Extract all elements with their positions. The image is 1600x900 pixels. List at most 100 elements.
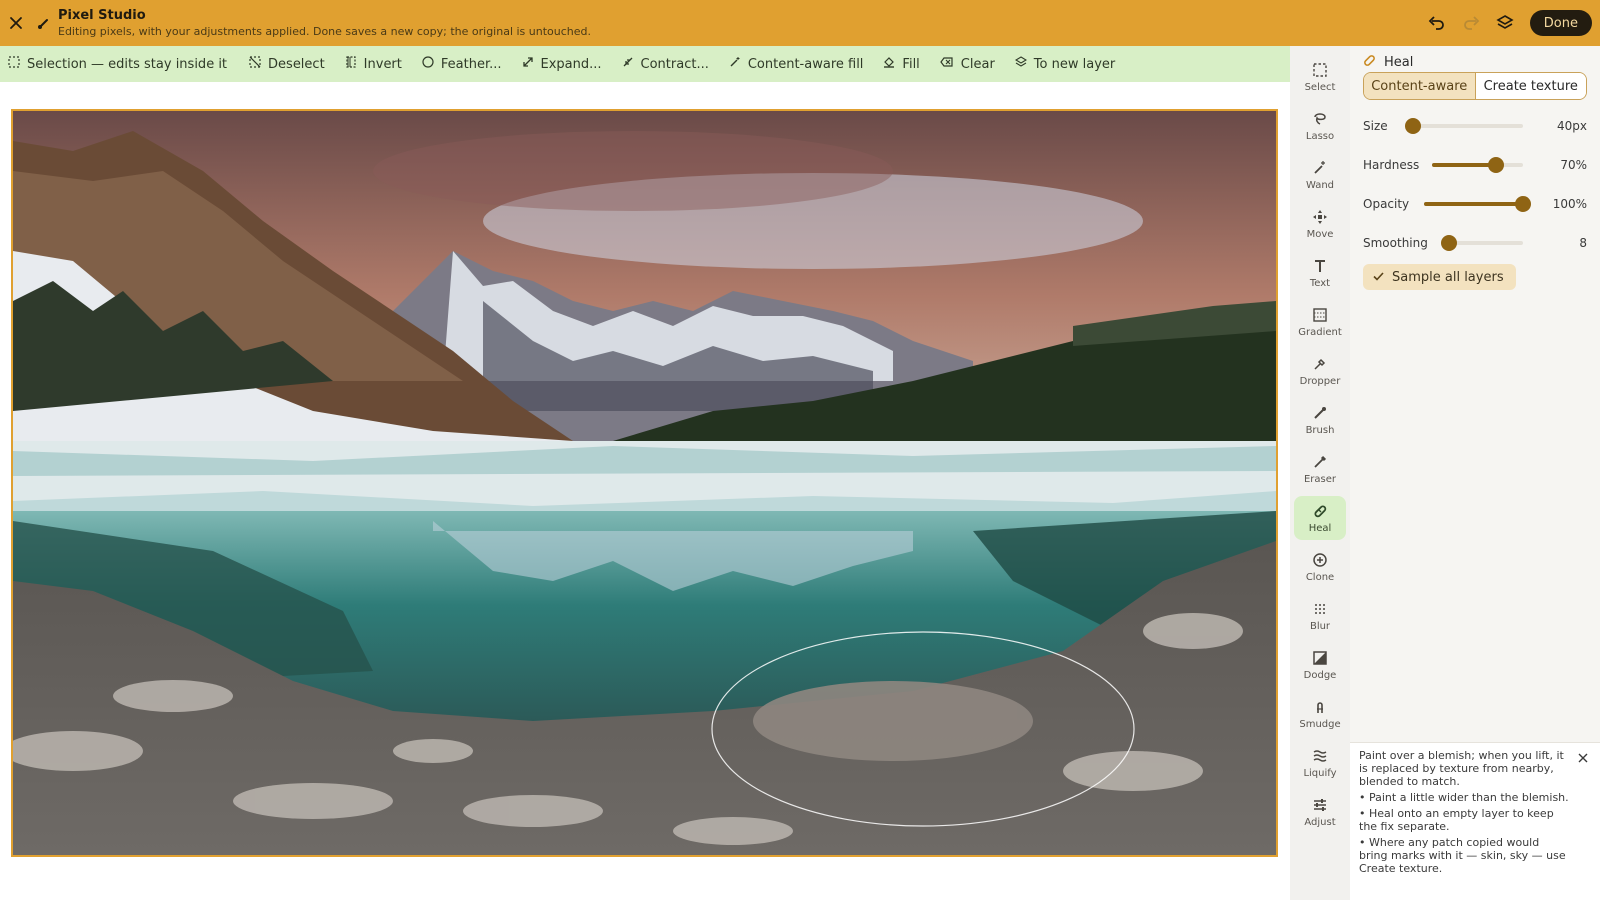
lasso-icon [1312,110,1328,128]
selection-info: Selection — edits stay inside it [0,46,239,82]
tool-label: Liquify [1303,768,1337,779]
app-subtitle: Editing pixels, with your adjustments ap… [58,24,592,38]
dodge-icon [1312,649,1328,667]
brush-icon [1312,404,1328,422]
tool-wand[interactable]: Wand [1294,153,1346,197]
panel-title: Heal [1384,55,1414,70]
tool-lasso[interactable]: Lasso [1294,104,1346,148]
app-title: Pixel Studio [58,7,146,23]
tool-liquify[interactable]: Liquify [1294,741,1346,785]
tool-adjust[interactable]: Adjust [1294,790,1346,834]
tool-dropper[interactable]: Dropper [1294,349,1346,393]
clear-button[interactable]: Clear [930,46,1005,82]
smoothing-slider-thumb[interactable] [1441,235,1458,251]
size-slider-row: Size 40px [1363,116,1587,136]
hardness-slider-thumb[interactable] [1487,157,1504,173]
hardness-label: Hardness [1363,158,1420,172]
tool-label: Heal [1308,523,1332,534]
tool-label: Move [1306,229,1334,240]
tool-brush[interactable]: Brush [1294,398,1346,442]
tool-text[interactable]: Text [1294,251,1346,295]
hardness-value: 70% [1560,158,1587,172]
smudge-icon [1312,698,1328,716]
contract-button[interactable]: Contract... [612,46,719,82]
tip-bullet: • Heal onto an empty layer to keep the f… [1359,807,1554,833]
tool-label: Lasso [1305,131,1335,142]
undo-icon[interactable] [1424,10,1450,36]
tool-label: Dodge [1303,670,1337,681]
tip-bullet: • Where any patch copied would bring mar… [1359,836,1566,875]
invert-icon [345,56,357,72]
tool-move[interactable]: Move [1294,202,1346,246]
expand-button[interactable]: Expand... [512,46,612,82]
size-value: 40px [1557,119,1587,133]
sample-all-layers-label: Sample all layers [1392,269,1504,285]
liquify-icon [1312,747,1328,765]
fill-button[interactable]: Fill [873,46,929,82]
tool-label: Smudge [1299,719,1341,730]
tool-smudge[interactable]: Smudge [1294,692,1346,736]
size-slider-thumb[interactable] [1405,118,1421,134]
feather-icon [422,56,434,72]
to-new-layer-label: To new layer [1033,56,1116,72]
layers-icon[interactable] [1492,10,1518,36]
to-new-layer-button[interactable]: To new layer [1005,46,1125,82]
opacity-value: 100% [1552,197,1587,211]
size-slider[interactable] [1405,118,1523,134]
selection-icon [8,56,20,72]
opacity-slider[interactable] [1424,196,1531,212]
select-icon [1312,61,1328,79]
mode-create-texture[interactable]: Create texture [1475,73,1586,99]
tool-gradient[interactable]: Gradient [1294,300,1346,344]
size-label: Size [1363,119,1388,133]
tool-label: Dropper [1299,376,1341,387]
tool-label: Blur [1309,621,1331,632]
tool-clone[interactable]: Clone [1294,545,1346,589]
tool-eraser[interactable]: Eraser [1294,447,1346,491]
opacity-slider-row: Opacity 100% [1363,194,1587,214]
redo-icon[interactable] [1458,10,1484,36]
opacity-slider-thumb[interactable] [1515,196,1531,212]
tool-label: Text [1309,278,1331,289]
blur-icon [1312,600,1328,618]
contract-label: Contract... [640,56,709,72]
smoothing-slider[interactable] [1441,235,1523,251]
deselect-button[interactable]: Deselect [239,46,335,82]
fill-label: Fill [902,56,920,72]
gradient-icon [1312,306,1328,324]
feather-label: Feather... [440,56,502,72]
done-button[interactable]: Done [1529,10,1592,36]
tool-label: Eraser [1303,474,1337,485]
tool-heal[interactable]: Heal [1294,496,1346,540]
content-aware-fill-button[interactable]: Content-aware fill [719,46,874,82]
layers-icon [1014,56,1027,72]
dropper-icon [1312,355,1328,373]
move-icon [1312,208,1328,226]
feather-button[interactable]: Feather... [412,46,512,82]
sample-all-layers-toggle[interactable]: Sample all layers [1363,264,1516,290]
heal-mode-toggle: Content-aware Create texture [1363,72,1587,100]
tool-label: Gradient [1298,327,1342,338]
clone-icon [1312,551,1328,569]
close-icon[interactable] [1578,753,1588,766]
invert-label: Invert [363,56,402,72]
tool-label: Clone [1305,572,1335,583]
selection-toolbar: Selection — edits stay inside it Deselec… [0,46,1290,82]
mode-content-aware[interactable]: Content-aware [1364,73,1476,99]
invert-button[interactable]: Invert [335,46,412,82]
close-icon[interactable] [0,0,32,46]
smoothing-label: Smoothing [1363,236,1428,250]
tool-rail: Select Lasso Wand Move Text Gradient Dropper Br… [1290,46,1350,900]
bucket-icon [883,56,895,72]
hardness-slider[interactable] [1432,157,1523,173]
selection-label: Selection — edits stay inside it [27,56,228,72]
tool-label: Adjust [1304,817,1336,828]
tool-select[interactable]: Select [1294,55,1346,99]
tool-dodge[interactable]: Dodge [1294,643,1346,687]
smoothing-value: 8 [1579,236,1587,250]
tool-blur[interactable]: Blur [1294,594,1346,638]
photo-canvas[interactable] [11,109,1278,857]
clear-icon [940,56,954,72]
canvas-area[interactable] [0,82,1290,900]
panel-header: Heal [1363,54,1413,71]
